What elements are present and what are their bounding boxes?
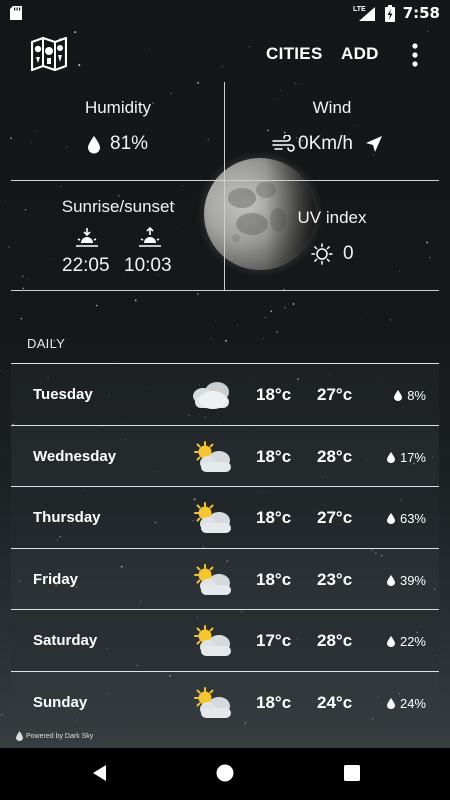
recents-icon[interactable] bbox=[341, 762, 363, 784]
wind-value: 0Km/h bbox=[298, 133, 353, 154]
precipitation: 22% bbox=[386, 634, 426, 649]
wind-title: Wind bbox=[312, 98, 352, 117]
max-temperature: 28°c bbox=[317, 446, 353, 466]
humidity-title: Humidity bbox=[84, 98, 152, 117]
rain-drop-icon bbox=[386, 697, 395, 709]
max-temperature: 28°c bbox=[317, 631, 353, 650]
day-name: Friday bbox=[33, 570, 79, 588]
daily-row[interactable]: Friday 18°c 23°c 39% bbox=[11, 547, 439, 609]
daily-forecast-list: Tuesday 18°c 27°c 8% Wednesday 18°c 28°c 17% Thu… bbox=[11, 363, 439, 732]
min-temperature: 17°c bbox=[256, 631, 292, 650]
min-temperature: 18°c bbox=[256, 508, 292, 527]
daily-row[interactable]: Thursday 18°c 27°c 63% bbox=[11, 486, 439, 548]
rain-drop-icon bbox=[386, 636, 395, 647]
app-screen: LTE 7:58 CITIES ADD Humidity 81% Wind 0K… bbox=[0, 0, 450, 800]
day-name: Thursday bbox=[33, 509, 101, 526]
max-temperature: 23°c bbox=[317, 569, 353, 589]
sunrise-time: 22:05 bbox=[62, 255, 110, 276]
day-name: Tuesday bbox=[33, 386, 93, 403]
uv-value: 0 bbox=[343, 243, 354, 264]
max-temperature: 27°c bbox=[317, 385, 353, 404]
min-temperature: 18°c bbox=[256, 385, 292, 404]
partly-cloudy-icon bbox=[194, 440, 231, 472]
back-icon[interactable] bbox=[89, 762, 111, 784]
min-temperature: 18°c bbox=[256, 446, 292, 466]
partly-cloudy-icon bbox=[194, 502, 231, 533]
cloudy-icon bbox=[193, 382, 229, 409]
home-icon[interactable] bbox=[214, 762, 236, 784]
sunset-icon bbox=[139, 227, 161, 247]
daily-row[interactable]: Wednesday 18°c 28°c 17% bbox=[11, 424, 439, 486]
rain-drop-icon bbox=[386, 513, 395, 524]
day-name: Saturday bbox=[33, 632, 98, 649]
sunset-time: 10:03 bbox=[124, 255, 172, 276]
precip-value: 22% bbox=[399, 634, 426, 649]
precipitation: 8% bbox=[394, 388, 426, 403]
precip-value: 17% bbox=[399, 449, 426, 465]
water-drop-icon bbox=[88, 135, 100, 153]
humidity-value: 81% bbox=[110, 133, 149, 154]
precip-value: 24% bbox=[399, 695, 426, 711]
precipitation: 24% bbox=[386, 695, 426, 711]
sunrise-icon bbox=[76, 228, 98, 247]
precip-value: 63% bbox=[399, 511, 426, 526]
daily-row[interactable]: Tuesday 18°c 27°c 8% bbox=[11, 363, 439, 425]
precipitation: 39% bbox=[386, 572, 426, 588]
precipitation: 17% bbox=[386, 449, 426, 465]
dark-sky-logo-icon bbox=[16, 731, 23, 741]
precip-value: 8% bbox=[407, 388, 426, 403]
precipitation: 63% bbox=[386, 511, 426, 526]
min-temperature: 18°c bbox=[256, 692, 292, 712]
daily-section-label: DAILY bbox=[27, 336, 66, 351]
partly-cloudy-icon bbox=[194, 625, 231, 656]
rain-drop-icon bbox=[394, 390, 403, 401]
humidity-value-group: 81% bbox=[87, 133, 148, 155]
wind-value-group: 0Km/h bbox=[272, 133, 383, 155]
day-name: Wednesday bbox=[33, 447, 117, 465]
partly-cloudy-icon bbox=[194, 563, 231, 595]
uv-index-title: UV index bbox=[297, 208, 367, 227]
rain-drop-icon bbox=[386, 451, 395, 463]
powered-by-dark-sky[interactable]: Powered by Dark Sky bbox=[16, 731, 93, 741]
sunrise-sunset-title: Sunrise/sunset bbox=[61, 197, 175, 216]
min-temperature: 18°c bbox=[256, 569, 292, 589]
uv-value-group: 0 bbox=[311, 243, 354, 265]
wind-icon bbox=[272, 135, 295, 152]
max-temperature: 27°c bbox=[317, 508, 353, 527]
max-temperature: 24°c bbox=[317, 692, 353, 712]
rain-drop-icon bbox=[386, 574, 395, 586]
sun-icon bbox=[311, 243, 333, 265]
partly-cloudy-icon bbox=[194, 686, 231, 718]
system-nav-bar bbox=[0, 748, 450, 800]
powered-by-label: Powered by Dark Sky bbox=[26, 732, 94, 740]
daily-row[interactable]: Sunday 18°c 24°c 24% bbox=[11, 670, 439, 732]
wind-direction-arrow-icon bbox=[365, 136, 382, 152]
daily-row[interactable]: Saturday 17°c 28°c 22% bbox=[11, 609, 439, 671]
precip-value: 39% bbox=[399, 572, 426, 588]
day-name: Sunday bbox=[33, 693, 88, 711]
